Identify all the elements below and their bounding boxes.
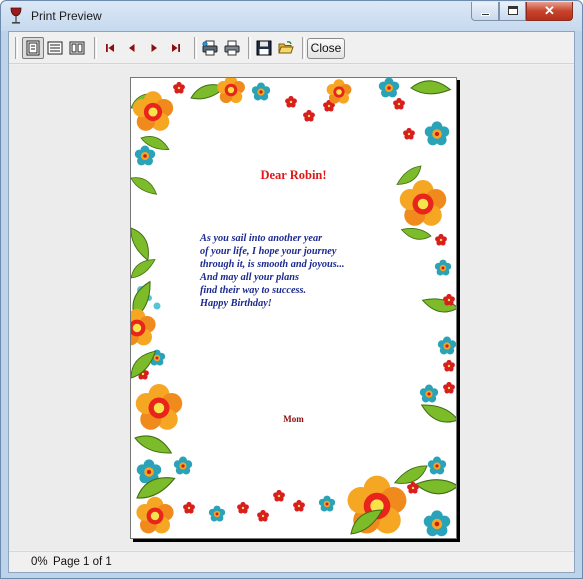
- page-indicator: Page 1 of 1: [53, 556, 112, 568]
- single-page-icon: [26, 40, 40, 56]
- preview-area[interactable]: Dear Robin! As you sail into another yea…: [9, 65, 574, 550]
- status-bar: 0% Page 1 of 1: [9, 551, 574, 572]
- verse-line: As you sail into another year: [200, 233, 323, 244]
- print-preview-window: Print Preview ✕ Close Dear Robin! As you…: [0, 0, 583, 579]
- last-page-button[interactable]: [165, 37, 187, 59]
- first-page-button[interactable]: [99, 37, 121, 59]
- verse-line: through it, is smooth and joyous...: [200, 259, 345, 270]
- last-page-icon: [172, 44, 180, 52]
- verse-line: And may all your plans: [200, 272, 299, 283]
- verse-line: Happy Birthday!: [200, 298, 272, 309]
- first-page-icon: [106, 44, 114, 52]
- previous-page-icon: [129, 44, 135, 52]
- print-button[interactable]: [221, 37, 243, 59]
- previous-page-button[interactable]: [121, 37, 143, 59]
- card-greeting: Dear Robin!: [260, 168, 327, 182]
- wine-glass-icon: [10, 7, 22, 24]
- open-button[interactable]: [275, 37, 297, 59]
- multi-page-view-button[interactable]: [44, 37, 66, 59]
- next-page-button[interactable]: [143, 37, 165, 59]
- printer-setup-icon: [202, 40, 218, 56]
- close-x-icon: ✕: [544, 3, 555, 18]
- verse-line: of your life, I hope your journey: [200, 246, 337, 257]
- title-bar[interactable]: Print Preview ✕: [1, 1, 582, 31]
- close-preview-button[interactable]: Close: [307, 38, 345, 59]
- single-page-view-button[interactable]: [22, 37, 44, 59]
- preview-page: Dear Robin! As you sail into another yea…: [130, 77, 457, 539]
- card-signature: Mom: [283, 414, 304, 424]
- page-width-view-button[interactable]: [66, 37, 88, 59]
- next-page-icon: [151, 44, 157, 52]
- toolbar-separator: [248, 37, 251, 59]
- toolbar-grip[interactable]: [15, 37, 18, 59]
- floppy-disk-icon: [256, 40, 272, 56]
- close-preview-label: Close: [310, 41, 342, 55]
- maximize-button[interactable]: [499, 2, 526, 21]
- zoom-readout: 0%: [31, 556, 48, 568]
- window-title: Print Preview: [31, 9, 102, 23]
- window-close-button[interactable]: ✕: [526, 2, 573, 21]
- page-width-icon: [69, 41, 85, 55]
- print-setup-button[interactable]: [199, 37, 221, 59]
- client-area: Close Dear Robin! As you sail into anoth…: [8, 31, 575, 573]
- maximize-icon: [508, 6, 518, 15]
- open-folder-icon: [278, 41, 294, 54]
- minimize-button[interactable]: [471, 2, 499, 21]
- lines-page-icon: [47, 41, 63, 55]
- verse-line: find their way to success.: [200, 285, 307, 296]
- toolbar: Close: [9, 32, 574, 64]
- card-verse: As you sail into another year of your li…: [200, 232, 345, 310]
- minimize-icon: [481, 13, 490, 16]
- toolbar-separator: [94, 37, 97, 59]
- save-button[interactable]: [253, 37, 275, 59]
- printer-icon: [224, 40, 240, 56]
- toolbar-separator: [194, 37, 197, 59]
- toolbar-separator: [302, 37, 305, 59]
